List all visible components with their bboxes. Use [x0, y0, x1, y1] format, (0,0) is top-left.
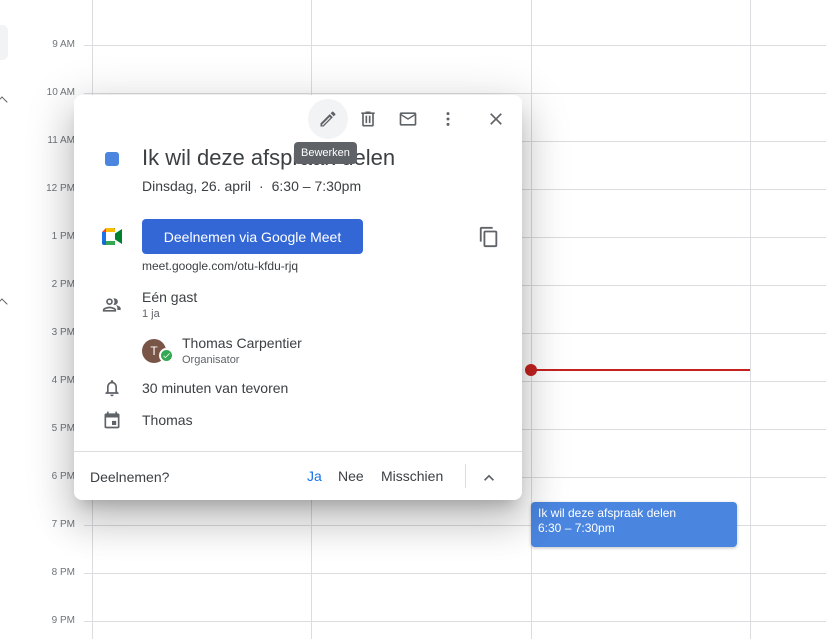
- email-guests-button[interactable]: [388, 99, 428, 139]
- pencil-icon: [320, 111, 336, 127]
- guests-response-summary: 1 ja: [142, 308, 160, 320]
- guests-count: Eén gast: [142, 289, 198, 305]
- edit-tooltip: Bewerken: [294, 142, 357, 164]
- event-time: 6:30 – 7:30pm: [271, 178, 362, 194]
- accepted-check-icon: [159, 348, 174, 363]
- hour-gridline: [84, 93, 826, 94]
- hour-label: 3 PM: [51, 327, 75, 338]
- rsvp-question: Deelnemen?: [90, 469, 170, 485]
- rsvp-yes-button[interactable]: Ja: [307, 468, 322, 484]
- current-time-dot: [525, 364, 537, 376]
- event-title: Ik wil deze afspraak delen: [142, 145, 396, 170]
- hour-label: 9 AM: [52, 39, 75, 50]
- current-time-line: [531, 369, 750, 371]
- hour-label: 9 PM: [51, 615, 75, 626]
- event-date: Dinsdag, 26. april: [142, 178, 251, 194]
- date-separator: ·: [258, 178, 264, 194]
- hour-label: 8 PM: [51, 567, 75, 578]
- rsvp-no-button[interactable]: Nee: [338, 468, 364, 484]
- collapse-rsvp-button[interactable]: [479, 468, 499, 493]
- calendar-event-block[interactable]: Ik wil deze afspraak delen 6:30 – 7:30pm: [531, 502, 737, 547]
- hour-gridline: [84, 621, 826, 622]
- organizer-name: Thomas Carpentier: [182, 335, 302, 351]
- hour-gridline: [84, 573, 826, 574]
- hour-label: 1 PM: [51, 231, 75, 242]
- google-meet-icon: [102, 228, 122, 245]
- rsvp-maybe-button[interactable]: Misschien: [381, 468, 443, 484]
- footer-divider: [74, 451, 522, 452]
- more-vert-icon: [446, 112, 450, 126]
- hour-label: 6 PM: [51, 471, 75, 482]
- organizer-role: Organisator: [182, 354, 240, 366]
- event-block-title: Ik wil deze afspraak delen: [538, 506, 677, 520]
- bell-icon: [105, 380, 119, 397]
- hour-label: 7 PM: [51, 519, 75, 530]
- close-button[interactable]: [476, 99, 516, 139]
- event-block-time: 6:30 – 7:30pm: [538, 521, 615, 535]
- sidebar-edge: [0, 25, 8, 60]
- hour-label: 12 PM: [46, 183, 75, 194]
- delete-button[interactable]: [348, 99, 388, 139]
- hour-label: 10 AM: [46, 87, 75, 98]
- hour-label: 5 PM: [51, 423, 75, 434]
- event-color-swatch: [105, 152, 119, 166]
- rsvp-divider: [465, 464, 466, 488]
- chevron-up-icon: [0, 298, 8, 310]
- calendar-icon: [104, 411, 120, 429]
- calendar-owner: Thomas: [142, 412, 193, 428]
- copy-icon: [479, 226, 498, 248]
- people-icon: [102, 298, 121, 312]
- join-google-meet-button[interactable]: Deelnemen via Google Meet: [142, 219, 363, 254]
- meet-link[interactable]: meet.google.com/otu-kfdu-rjq: [142, 259, 298, 273]
- reminder-text: 30 minuten van tevoren: [142, 380, 289, 396]
- close-icon: [490, 113, 502, 125]
- event-date-time: Dinsdag, 26. april · 6:30 – 7:30pm: [142, 178, 361, 194]
- trash-icon: [361, 111, 375, 127]
- edit-button[interactable]: [308, 99, 348, 139]
- event-details-popup: Ik wil deze afspraak delen Bewerken Dins…: [74, 95, 522, 500]
- hour-gridline: [84, 45, 826, 46]
- hour-label: 4 PM: [51, 375, 75, 386]
- mail-icon: [399, 112, 417, 126]
- hour-label: 2 PM: [51, 279, 75, 290]
- hour-label: 11 AM: [47, 135, 75, 146]
- chevron-up-icon: [0, 96, 8, 108]
- chevron-up-icon: [484, 474, 494, 481]
- day-column-divider: [750, 0, 751, 639]
- copy-link-button[interactable]: [478, 226, 500, 253]
- more-options-button[interactable]: [428, 99, 468, 139]
